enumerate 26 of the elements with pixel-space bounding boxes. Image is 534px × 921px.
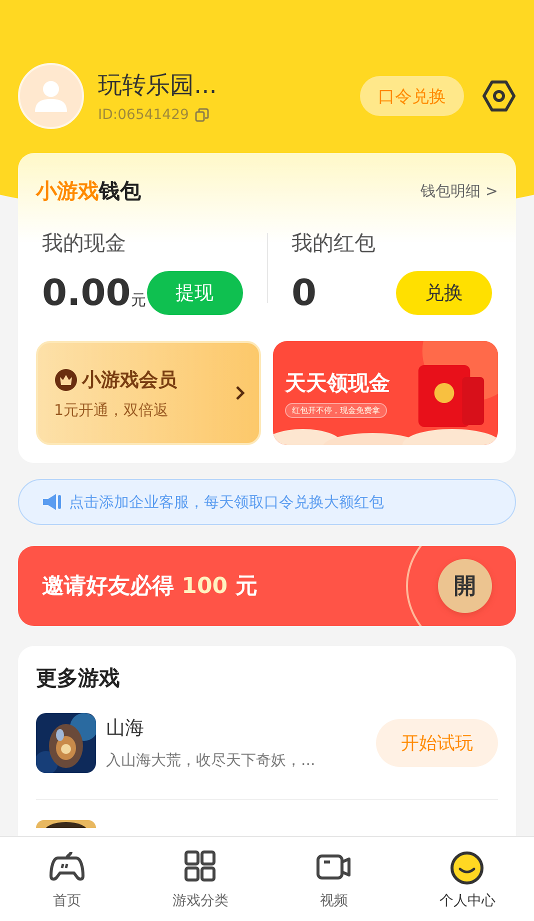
nav-tab[interactable]: 游戏分类 bbox=[134, 837, 267, 921]
nav-tab[interactable]: 个人中心 bbox=[400, 837, 534, 921]
invite-banner[interactable]: 邀请好友必得 100 元 開 bbox=[18, 546, 516, 626]
open-button[interactable]: 開 bbox=[438, 559, 492, 613]
cash-amount: 0.00元 bbox=[42, 272, 146, 314]
wallet-detail-link[interactable]: 钱包明细 > bbox=[420, 182, 498, 200]
user-name: 玩转乐园... bbox=[98, 70, 218, 101]
cash-label: 我的现金 bbox=[42, 230, 127, 257]
membership-subtitle: 1元开通，双倍返 bbox=[54, 400, 170, 420]
membership-card[interactable]: 小游戏会员 1元开通，双倍返 bbox=[36, 341, 261, 445]
invite-text: 邀请好友必得 100 元 bbox=[42, 573, 258, 601]
game-name: 山海 bbox=[106, 716, 145, 741]
exchange-button[interactable]: 兑换 bbox=[396, 271, 492, 315]
membership-title: 小游戏会员 bbox=[82, 368, 177, 392]
packet-amount: 0 bbox=[292, 272, 317, 314]
wallet-title: 小游戏钱包 bbox=[36, 178, 141, 205]
nav-tab[interactable]: 首页 bbox=[0, 837, 134, 921]
more-games-title: 更多游戏 bbox=[36, 665, 121, 692]
game-description: 入山海大荒，收尽天下奇妖，... bbox=[106, 751, 316, 770]
cash-banner[interactable]: 天天领现金 红包开不停，现金免费拿 bbox=[273, 341, 498, 445]
banner-title: 天天领现金 bbox=[285, 370, 390, 397]
notice-text: 点击添加企业客服，每天领取口令兑换大额红包 bbox=[69, 492, 384, 512]
packet-label: 我的红包 bbox=[292, 230, 376, 257]
nav-tab[interactable]: 视频 bbox=[267, 837, 400, 921]
user-id: ID:06541429 bbox=[98, 107, 189, 123]
banner-subtitle: 红包开不停，现金免费拿 bbox=[285, 403, 387, 418]
